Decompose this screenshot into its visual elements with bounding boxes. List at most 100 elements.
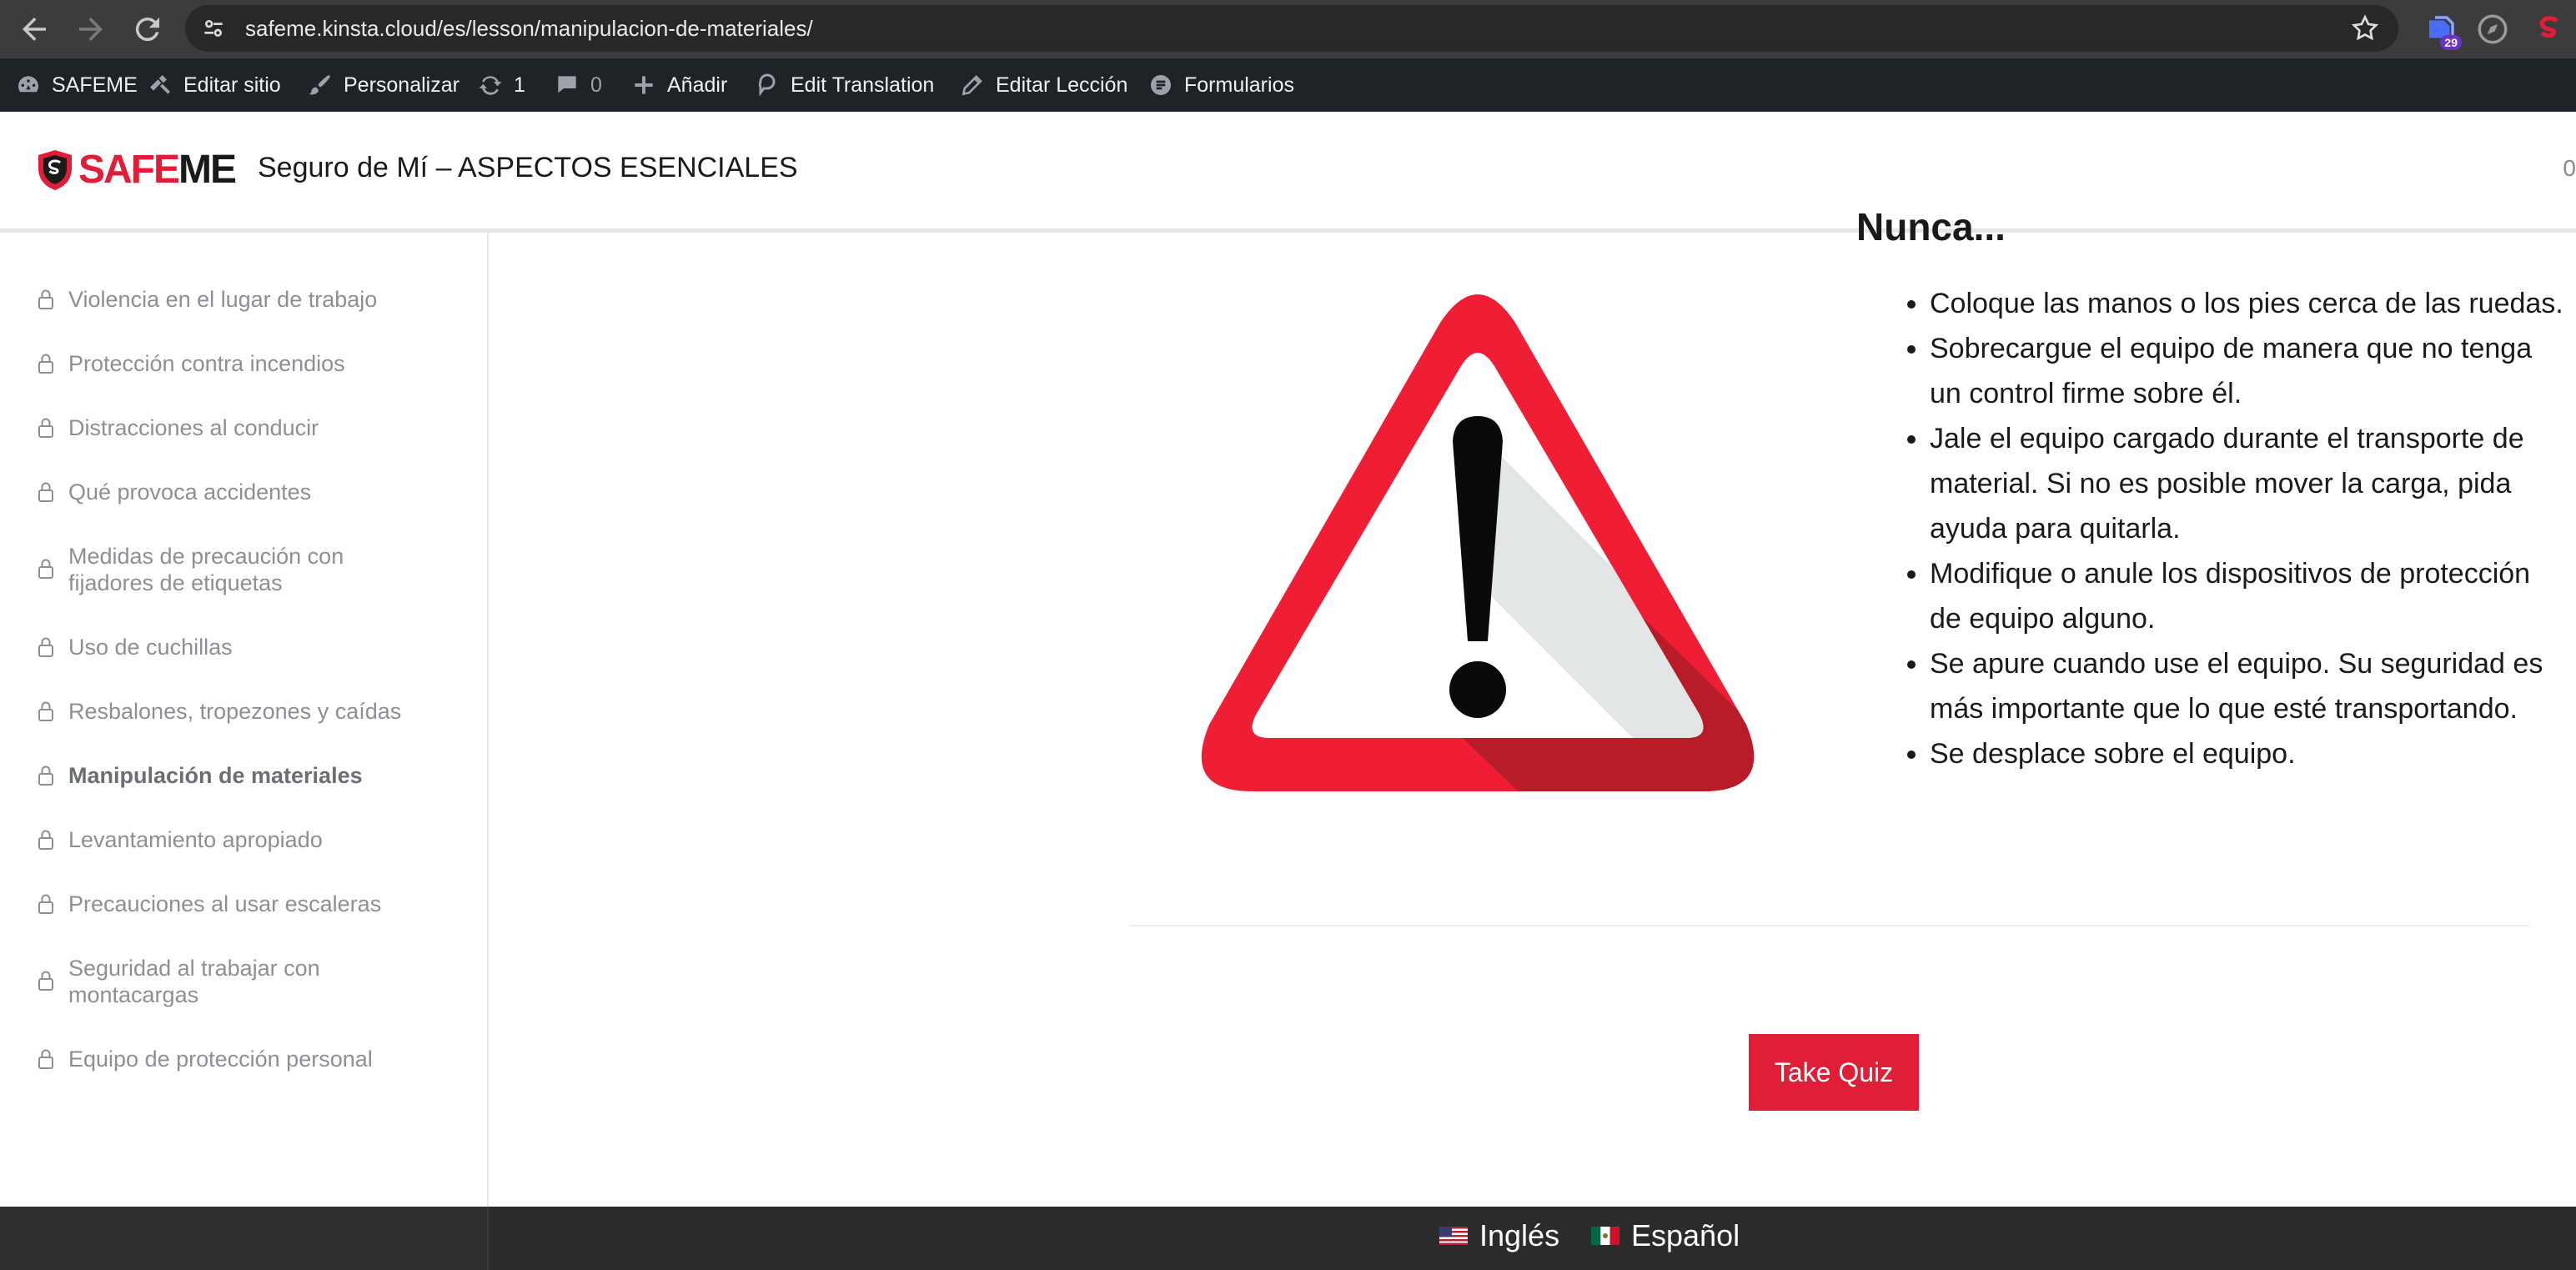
content-divider: [1129, 925, 2530, 926]
never-list: Coloque las manos o los pies cerca de la…: [1903, 281, 2563, 776]
sidebar-lesson-item[interactable]: Equipo de protección personal: [37, 1046, 470, 1072]
take-quiz-button[interactable]: Take Quiz: [1749, 1034, 1919, 1111]
extension-icon[interactable]: 29: [2423, 12, 2462, 50]
mexico-flag-icon: [1591, 1227, 1619, 1245]
sidebar-lesson-label: Seguridad al trabajar con montacargas: [68, 956, 320, 1007]
safeme-logo[interactable]: SAFEME: [35, 148, 237, 192]
admin-site-name[interactable]: SAFEME: [15, 58, 138, 112]
admin-forms-label: Formularios: [1184, 73, 1294, 97]
comment-icon: [558, 76, 576, 93]
lock-icon: [38, 559, 53, 579]
sidebar-lesson-item[interactable]: Distracciones al conducir: [37, 414, 470, 441]
shield-logo-icon: [38, 150, 72, 190]
hammer-icon: [150, 75, 170, 94]
lesson-sidebar: Violencia en el lugar de trabajo Protecc…: [0, 233, 489, 1207]
admin-edit-translation[interactable]: Edit Translation: [754, 58, 934, 112]
list-item: Se apure cuando use el equipo. Su seguri…: [1930, 641, 2563, 731]
admin-forms[interactable]: Formularios: [1147, 58, 1294, 112]
back-icon[interactable]: [17, 12, 52, 47]
extension-badge: 29: [2440, 35, 2462, 50]
admin-updates[interactable]: 1: [477, 58, 525, 112]
language-english[interactable]: Inglés: [1439, 1218, 1559, 1253]
sidebar-lesson-item[interactable]: Levantamiento apropiado: [37, 826, 470, 853]
logo-text-safe: SAFE: [78, 148, 180, 192]
sidebar-lesson-label: Precauciones al usar escaleras: [68, 891, 382, 916]
list-item: Coloque las manos o los pies cerca de la…: [1930, 281, 2563, 326]
lock-icon: [38, 482, 53, 502]
lock-icon: [38, 418, 53, 438]
lock-icon: [38, 830, 53, 850]
sidebar-lesson-item[interactable]: Uso de cuchillas: [37, 634, 470, 660]
pencil-icon: [962, 75, 982, 96]
lesson-content: Nunca... Coloque las manos o los pies ce…: [489, 205, 2576, 1207]
lock-icon: [38, 766, 53, 786]
lock-icon: [38, 354, 53, 374]
course-title[interactable]: Seguro de Mí – ASPECTOS ESENCIALES: [258, 152, 798, 184]
site-header: SAFEME Seguro de Mí – ASPECTOS ESENCIALE…: [0, 112, 2576, 233]
logo-text-me: ME: [178, 148, 237, 192]
admin-customize-label: Personalizar: [344, 73, 459, 97]
sidebar-lesson-item[interactable]: Protección contra incendios: [37, 350, 470, 377]
sidebar-lesson-item[interactable]: Medidas de precaución con fijadores de e…: [37, 543, 387, 596]
section-heading: Nunca...: [1856, 205, 2006, 248]
sidebar-lesson-label: Uso de cuchillas: [68, 635, 233, 660]
wp-admin-bar: SAFEME Editar sitio Personalizar 1 0 Aña…: [0, 58, 2576, 112]
sidebar-lesson-item[interactable]: Precauciones al usar escaleras: [37, 891, 470, 917]
sidebar-lesson-label: Equipo de protección personal: [68, 1047, 373, 1072]
plus-icon: [635, 76, 653, 94]
header-progress-count: 0: [2563, 155, 2576, 181]
language-english-label: Inglés: [1479, 1218, 1560, 1252]
star-icon[interactable]: [2350, 13, 2380, 43]
compass-extension-icon[interactable]: [2475, 12, 2510, 47]
list-item: Jale el equipo cargado durante el transp…: [1930, 416, 2563, 551]
admin-add-new-label: Añadir: [667, 73, 728, 97]
forms-icon: [1151, 75, 1171, 95]
sidebar-lesson-label: Qué provoca accidentes: [68, 479, 312, 504]
browser-toolbar: safeme.kinsta.cloud/es/lesson/manipulaci…: [0, 0, 2576, 58]
list-item: Se desplace sobre el equipo.: [1930, 731, 2563, 776]
address-bar[interactable]: safeme.kinsta.cloud/es/lesson/manipulaci…: [185, 5, 2398, 52]
seo-extension-icon[interactable]: [2532, 12, 2567, 47]
url-text[interactable]: safeme.kinsta.cloud/es/lesson/manipulaci…: [245, 16, 813, 42]
admin-edit-site[interactable]: Editar sitio: [147, 58, 281, 112]
admin-site-name-label: SAFEME: [52, 73, 138, 97]
lock-icon: [38, 971, 53, 991]
language-spanish-label: Español: [1631, 1218, 1740, 1252]
sidebar-lesson-item[interactable]: Violencia en el lugar de trabajo: [37, 286, 470, 313]
reload-icon[interactable]: [130, 12, 165, 47]
us-flag-icon: [1439, 1227, 1468, 1245]
warning-triangle-icon: [1201, 294, 1755, 791]
dashboard-icon: [18, 76, 38, 93]
admin-edit-lesson[interactable]: Editar Lección: [959, 58, 1127, 112]
sidebar-lesson-label: Levantamiento apropiado: [68, 827, 323, 852]
footer-sidebar-area: [0, 1207, 489, 1270]
admin-comments[interactable]: 0: [554, 58, 602, 112]
admin-customize[interactable]: Personalizar: [307, 58, 459, 112]
sidebar-lesson-item[interactable]: Qué provoca accidentes: [37, 479, 470, 505]
sidebar-lesson-label: Manipulación de materiales: [68, 763, 363, 788]
language-footer: Inglés Español: [0, 1207, 2576, 1270]
forward-icon[interactable]: [73, 12, 108, 47]
lock-icon: [38, 637, 53, 657]
admin-edit-site-label: Editar sitio: [183, 73, 281, 97]
list-item: Sobrecargue el equipo de manera que no t…: [1930, 326, 2563, 416]
list-item: Modifique o anule los dispositivos de pr…: [1930, 551, 2563, 641]
admin-add-new[interactable]: Añadir: [630, 58, 727, 112]
admin-edit-lesson-label: Editar Lección: [996, 73, 1128, 97]
sidebar-lesson-label: Medidas de precaución con fijadores de e…: [68, 544, 344, 595]
sidebar-lesson-label: Distracciones al conducir: [68, 415, 319, 440]
brush-icon: [309, 75, 330, 95]
updates-icon: [479, 76, 502, 95]
sidebar-lesson-label: Resbalones, tropezones y caídas: [68, 699, 402, 724]
sidebar-lesson-item-current[interactable]: Manipulación de materiales: [37, 762, 470, 789]
sidebar-lesson-label: Protección contra incendios: [68, 351, 345, 376]
site-info-icon[interactable]: [200, 15, 227, 42]
sidebar-lesson-item[interactable]: Resbalones, tropezones y caídas: [37, 698, 470, 725]
lock-icon: [38, 1049, 53, 1069]
lock-icon: [38, 894, 53, 914]
translation-icon: [758, 73, 776, 97]
admin-updates-count: 1: [514, 73, 525, 97]
sidebar-lesson-item[interactable]: Seguridad al trabajar con montacargas: [37, 955, 370, 1008]
language-spanish[interactable]: Español: [1591, 1218, 1740, 1253]
lock-icon: [38, 701, 53, 721]
